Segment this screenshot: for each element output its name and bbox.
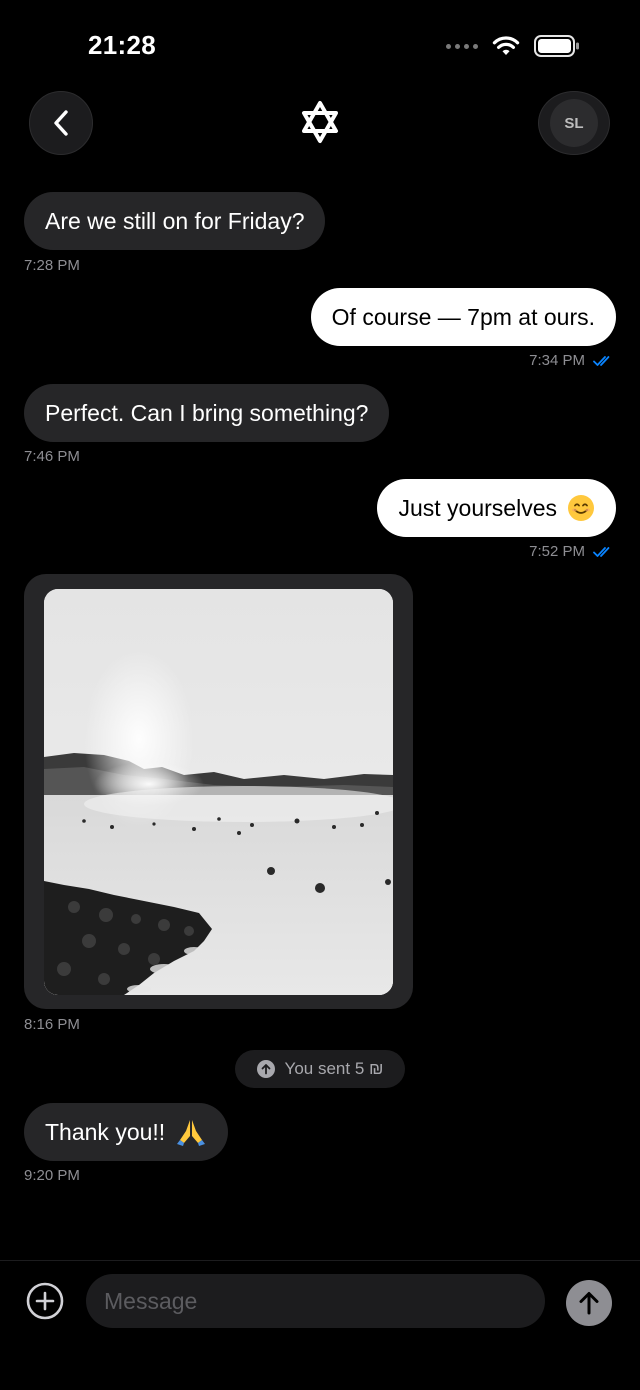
message-timestamp: 7:52 PM	[529, 543, 585, 560]
message-timestamp: 8:16 PM	[24, 1016, 80, 1033]
message-text: Thank you!!	[45, 1118, 166, 1145]
folded-hands-emoji	[177, 1120, 206, 1146]
message-text: Perfect. Can I bring something?	[45, 399, 369, 426]
message-bubble-incoming[interactable]: Are we still on for Friday?	[24, 192, 326, 250]
plus-circle-icon[interactable]	[26, 1282, 64, 1320]
photo-geothermal-lagoon[interactable]	[44, 589, 393, 995]
double-check-icon	[593, 546, 610, 557]
message-meta: 7:34 PM	[529, 352, 613, 369]
battery-icon	[534, 35, 579, 57]
message-timestamp: 9:20 PM	[24, 1167, 80, 1184]
status-time: 21:28	[88, 30, 156, 60]
chevron-left-icon	[54, 110, 68, 136]
back-button[interactable]	[29, 91, 93, 155]
arrow-up-circle-icon	[256, 1060, 275, 1078]
payment-notice[interactable]: You sent 5 ₪	[235, 1050, 405, 1088]
send-button[interactable]	[566, 1280, 612, 1326]
message-text: Just yourselves	[398, 494, 557, 521]
signal-dots-icon	[446, 43, 478, 49]
message-timestamp: 7:46 PM	[24, 448, 80, 465]
double-check-icon	[593, 355, 610, 366]
message-text: Are we still on for Friday?	[45, 207, 305, 234]
contact-avatar-button[interactable]: SL	[538, 91, 610, 155]
message-timestamp: 7:34 PM	[529, 352, 585, 369]
message-meta: 7:52 PM	[529, 543, 613, 560]
message-bubble-incoming[interactable]: Thank you!!	[24, 1103, 229, 1161]
composer-divider	[0, 1260, 640, 1261]
payment-notice-text: You sent 5 ₪	[284, 1059, 384, 1078]
avatar: SL	[550, 99, 598, 147]
message-input[interactable]	[86, 1274, 545, 1328]
status-icons	[446, 35, 580, 57]
star-of-david-icon	[302, 101, 338, 143]
wifi-icon	[492, 36, 520, 55]
message-bubble-outgoing[interactable]: Just yourselves	[377, 479, 616, 537]
arrow-up-icon	[579, 1292, 599, 1315]
smiling-face-emoji	[568, 495, 594, 521]
message-bubble-incoming[interactable]: Perfect. Can I bring something?	[24, 384, 390, 442]
message-text: Of course — 7pm at ours.	[331, 303, 595, 330]
message-bubble-outgoing[interactable]: Of course — 7pm at ours.	[310, 288, 616, 346]
message-timestamp: 7:28 PM	[24, 257, 80, 274]
avatar-initials: SL	[564, 114, 584, 132]
photo-message[interactable]	[24, 574, 413, 1009]
